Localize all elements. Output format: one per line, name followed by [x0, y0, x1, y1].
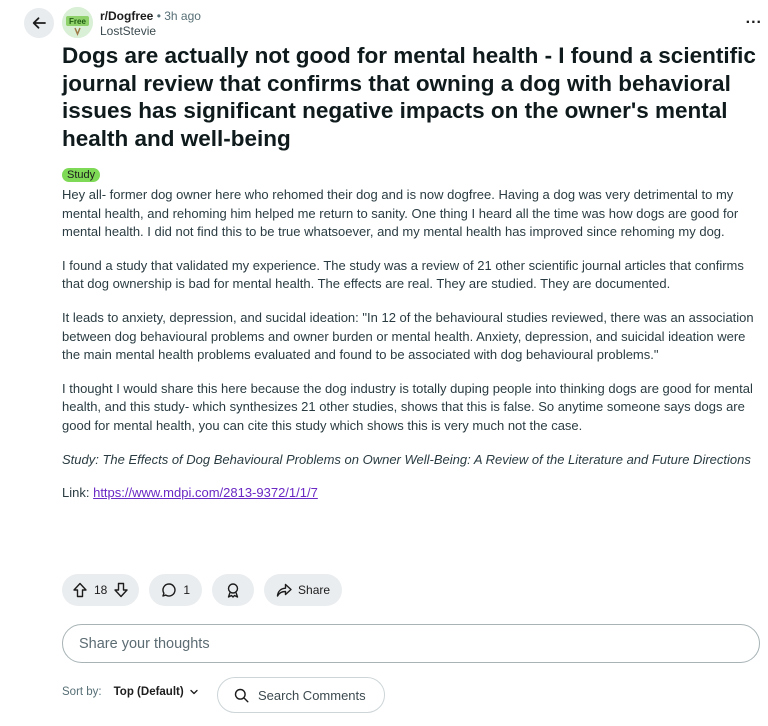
meta-separator: • [156, 9, 161, 23]
share-arrow-icon [276, 583, 292, 597]
author-username[interactable]: LostStevie [100, 24, 201, 39]
comment-input[interactable]: Share your thoughts [62, 624, 760, 663]
post-age: 3h ago [164, 9, 201, 23]
sort-control: Sort by: Top (Default) [62, 686, 199, 698]
subreddit-avatar[interactable]: Free [62, 7, 93, 38]
subreddit-name[interactable]: r/Dogfree [100, 9, 153, 23]
study-link[interactable]: https://www.mdpi.com/2813-9372/1/1/7 [93, 485, 318, 500]
post-paragraph: Hey all- former dog owner here who rehom… [62, 187, 739, 240]
post-title: Dogs are actually not good for mental he… [62, 43, 756, 151]
post-paragraph: I thought I would share this here becaus… [62, 380, 753, 433]
comment-bubble-icon [162, 583, 176, 597]
sort-dropdown[interactable]: Top (Default) [114, 686, 199, 698]
study-citation: Study: The Effects of Dog Behavioural Pr… [62, 451, 751, 467]
dogfree-logo-icon: Free [62, 7, 93, 38]
more-options-button[interactable]: ... [746, 10, 762, 28]
post-paragraph: I found a study that validated my experi… [62, 257, 744, 292]
back-button[interactable] [24, 8, 54, 38]
vote-control: 18 [62, 574, 140, 606]
post-meta: r/Dogfree • 3h ago LostStevie [100, 9, 201, 39]
post-flair[interactable]: Study [62, 168, 101, 182]
sort-label: Sort by: [62, 686, 102, 698]
comment-placeholder: Share your thoughts [79, 635, 210, 652]
sort-value: Top (Default) [113, 686, 184, 698]
post-body: Hey all- former dog owner here who rehom… [62, 186, 762, 518]
comment-count: 1 [183, 583, 191, 597]
arrow-left-icon [32, 17, 46, 29]
svg-text:Free: Free [69, 17, 86, 26]
downvote-icon[interactable] [113, 582, 129, 598]
search-comments-label: Search Comments [258, 687, 366, 703]
award-icon [227, 583, 239, 598]
study-link-line: Link: https://www.mdpi.com/2813-9372/1/1… [62, 484, 762, 503]
award-button[interactable] [212, 574, 255, 606]
post-paragraph: It leads to anxiety, depression, and suc… [62, 309, 754, 363]
search-comments-button[interactable]: Search Comments [217, 677, 385, 713]
search-icon [234, 688, 249, 702]
upvote-icon[interactable] [72, 582, 88, 598]
post-actions: 18 1 Share [62, 574, 343, 606]
link-label: Link: [62, 485, 90, 501]
chevron-down-icon [190, 689, 198, 695]
share-button[interactable]: Share [264, 574, 343, 606]
vote-count: 18 [94, 583, 108, 597]
share-label: Share [298, 583, 331, 597]
comments-button[interactable]: 1 [149, 574, 203, 606]
